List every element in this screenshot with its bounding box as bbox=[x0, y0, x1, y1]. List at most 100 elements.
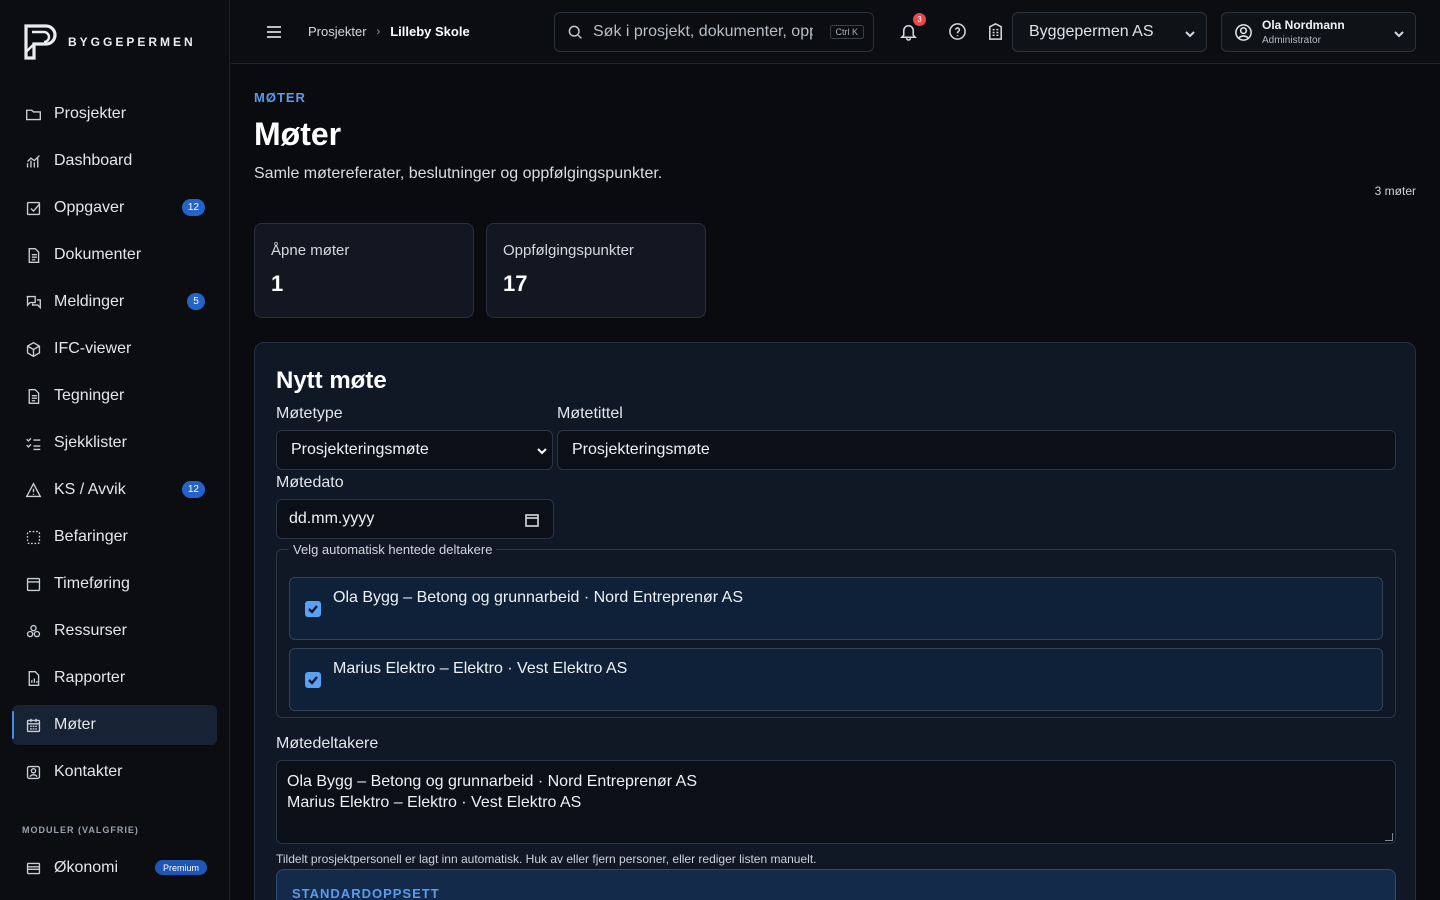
search-icon bbox=[568, 25, 582, 39]
count-badge: 12 bbox=[181, 481, 205, 498]
sidebar-item-label: Oppgaver bbox=[54, 199, 125, 216]
sidebar-item-label: Prosjekter bbox=[54, 105, 127, 122]
premium-badge: Premium bbox=[154, 860, 207, 875]
sidebar-item-label: Meldinger bbox=[54, 293, 125, 310]
sidebar-item-oppgaver[interactable]: Oppgaver 12 bbox=[12, 188, 217, 228]
resize-handle[interactable] bbox=[1385, 833, 1393, 841]
report-icon bbox=[24, 669, 42, 687]
checkbox-icon bbox=[24, 199, 42, 217]
sidebar-item-sjekklister[interactable]: Sjekklister bbox=[12, 423, 217, 463]
sidebar-item-label: Kontakter bbox=[54, 763, 123, 780]
meeting-title-input[interactable]: Prosjekteringsmøte bbox=[557, 430, 1396, 470]
sidebar-item-label: Dokumenter bbox=[54, 246, 142, 263]
attendee-line: Marius Elektro – Elektro · Vest Elektro … bbox=[287, 794, 582, 811]
sidebar-item-label: Rapporter bbox=[54, 669, 126, 686]
user-menu[interactable]: Ola Nordmann Administrator bbox=[1221, 12, 1416, 52]
search-input[interactable] bbox=[593, 23, 813, 41]
menu-icon[interactable] bbox=[264, 22, 284, 42]
shortcut-hint: Ctrl K bbox=[829, 25, 864, 39]
calendar-icon bbox=[24, 575, 42, 593]
attendee-line: Ola Bygg – Betong og grunnarbeid · Nord … bbox=[287, 773, 698, 790]
user-avatar-icon bbox=[1234, 23, 1254, 43]
sidebar-item-prosjekter[interactable]: Prosjekter bbox=[12, 94, 217, 134]
user-name: Ola Nordmann bbox=[1262, 18, 1345, 32]
sidebar-item-ressurser[interactable]: Ressurser bbox=[12, 611, 217, 651]
sidebar-item-ks-avvik[interactable]: KS / Avvik 12 bbox=[12, 470, 217, 510]
stat-value: 17 bbox=[503, 271, 528, 296]
document-icon bbox=[24, 387, 42, 405]
meeting-date-label: Møtedato bbox=[276, 474, 344, 491]
sidebar-item-label: KS / Avvik bbox=[54, 481, 126, 498]
document-icon bbox=[24, 246, 42, 264]
attendees-hint: Tildelt prosjektpersonell er lagt inn au… bbox=[276, 852, 817, 866]
meeting-title-value: Prosjekteringsmøte bbox=[572, 441, 710, 458]
sidebar-nav: Prosjekter Dashboard Oppgaver 12 Dokumen… bbox=[12, 94, 217, 799]
participants-fieldset: Velg automatisk hentede deltakere Ola By… bbox=[276, 542, 1396, 718]
card-title: Nytt møte bbox=[276, 367, 387, 394]
brand-name: BYGGEPERMEN bbox=[68, 35, 196, 49]
attendees-textarea[interactable]: Ola Bygg – Betong og grunnarbeid · Nord … bbox=[276, 760, 1396, 844]
search-box[interactable]: Ctrl K bbox=[554, 12, 874, 52]
sidebar-modules: Økonomi Premium bbox=[12, 848, 217, 895]
meeting-count: 3 møter bbox=[1374, 184, 1416, 198]
contact-icon bbox=[24, 763, 42, 781]
sidebar-item-label: Sjekklister bbox=[54, 434, 127, 451]
stat-card-open-meetings: Åpne møter 1 bbox=[254, 223, 474, 318]
chevron-down-icon bbox=[1184, 27, 1196, 39]
calendar-grid-icon bbox=[24, 716, 42, 734]
sidebar: BYGGEPERMEN Prosjekter Dashboard Oppgave… bbox=[0, 0, 230, 900]
sidebar-item-moter[interactable]: Møter bbox=[12, 705, 217, 745]
sidebar-item-timeforing[interactable]: Timeføring bbox=[12, 564, 217, 604]
breadcrumb-current[interactable]: Lilleby Skole bbox=[390, 24, 469, 39]
user-role: Administrator bbox=[1262, 35, 1321, 46]
calendar-icon[interactable] bbox=[525, 513, 539, 527]
company-select[interactable]: Byggepermen AS bbox=[1012, 12, 1207, 52]
sidebar-item-befaringer[interactable]: Befaringer bbox=[12, 517, 217, 557]
sidebar-item-dashboard[interactable]: Dashboard bbox=[12, 141, 217, 181]
brand-logo[interactable]: BYGGEPERMEN bbox=[22, 22, 196, 62]
folder-icon bbox=[24, 105, 42, 123]
scan-icon bbox=[24, 528, 42, 546]
meeting-type-select[interactable]: Prosjekteringsmøte bbox=[276, 430, 553, 470]
help-icon[interactable] bbox=[948, 22, 968, 42]
stat-card-followups: Oppfølgingspunkter 17 bbox=[486, 223, 706, 318]
meeting-date-input[interactable]: dd.mm.yyyy bbox=[276, 499, 554, 539]
warning-icon bbox=[24, 481, 42, 499]
checkbox-checked[interactable] bbox=[305, 601, 321, 617]
sidebar-item-label: Økonomi bbox=[54, 859, 119, 876]
notification-badge: 3 bbox=[913, 13, 926, 26]
sidebar-item-okonomi[interactable]: Økonomi Premium bbox=[12, 848, 217, 888]
wallet-icon bbox=[24, 859, 42, 877]
checklist-icon bbox=[24, 434, 42, 452]
sidebar-item-kontakter[interactable]: Kontakter bbox=[12, 752, 217, 792]
sidebar-item-label: Befaringer bbox=[54, 528, 128, 545]
meeting-type-value: Prosjekteringsmøte bbox=[291, 441, 429, 458]
chevron-down-icon bbox=[1393, 27, 1405, 39]
breadcrumb-projects[interactable]: Prosjekter bbox=[308, 24, 367, 39]
stat-value: 1 bbox=[271, 271, 284, 296]
sidebar-item-label: IFC-viewer bbox=[54, 340, 132, 357]
count-badge: 5 bbox=[187, 293, 205, 310]
meeting-date-placeholder: dd.mm.yyyy bbox=[289, 510, 375, 527]
building-icon[interactable] bbox=[986, 22, 1006, 42]
standard-setup-label: STANDARDOPPSETT bbox=[292, 886, 440, 900]
page-title: Møter bbox=[254, 116, 342, 152]
sidebar-item-tegninger[interactable]: Tegninger bbox=[12, 376, 217, 416]
checkbox-checked[interactable] bbox=[305, 672, 321, 688]
attendees-label: Møtedeltakere bbox=[276, 735, 379, 752]
participant-option[interactable]: Marius Elektro – Elektro · Vest Elektro … bbox=[289, 648, 1383, 711]
sidebar-item-meldinger[interactable]: Meldinger 5 bbox=[12, 282, 217, 322]
sidebar-item-ifc-viewer[interactable]: IFC-viewer bbox=[12, 329, 217, 369]
topbar: Prosjekter › Lilleby Skole Ctrl K 3 Bygg… bbox=[231, 0, 1440, 64]
participant-label: Marius Elektro – Elektro · Vest Elektro … bbox=[333, 660, 628, 677]
standard-setup-panel: STANDARDOPPSETT bbox=[276, 869, 1396, 900]
sidebar-item-dokumenter[interactable]: Dokumenter bbox=[12, 235, 217, 275]
bell-icon[interactable]: 3 bbox=[899, 13, 926, 42]
messages-icon bbox=[24, 293, 42, 311]
participants-legend: Velg automatisk hentede deltakere bbox=[293, 542, 493, 557]
meeting-title-label: Møtetittel bbox=[557, 405, 623, 422]
sidebar-item-label: Tegninger bbox=[54, 387, 125, 404]
sidebar-item-rapporter[interactable]: Rapporter bbox=[12, 658, 217, 698]
breadcrumb: Prosjekter › Lilleby Skole bbox=[308, 24, 470, 39]
participant-option[interactable]: Ola Bygg – Betong og grunnarbeid · Nord … bbox=[289, 577, 1383, 640]
